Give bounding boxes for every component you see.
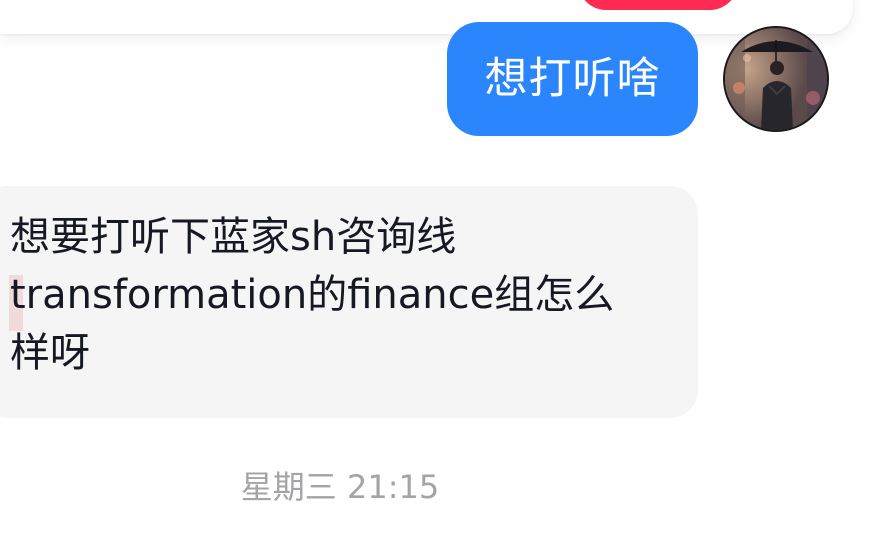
user-avatar[interactable] — [723, 26, 829, 132]
outgoing-message-text: 想打听啥 — [484, 54, 661, 104]
incoming-message-line: 样呀 — [10, 330, 90, 376]
chat-screen: 想打听啥 想要打听下蓝家sh咨询线 transformation的finance… — [0, 0, 877, 548]
outgoing-message-bubble[interactable]: 想打听啥 — [447, 22, 698, 136]
incoming-message-line: transformation的finance组怎么 — [10, 272, 615, 318]
avatar-photo-icon — [725, 28, 827, 130]
incoming-message-line: 想要打听下蓝家sh咨询线 — [10, 214, 457, 260]
incoming-message-text: 想要打听下蓝家sh咨询线 transformation的finance组怎么 样… — [10, 208, 670, 382]
top-card-action-button[interactable] — [578, 0, 738, 10]
message-timestamp: 星期三 21:15 — [240, 468, 440, 506]
incoming-message-bubble[interactable]: 想要打听下蓝家sh咨询线 transformation的finance组怎么 样… — [0, 186, 698, 418]
top-action-card — [0, 0, 853, 34]
